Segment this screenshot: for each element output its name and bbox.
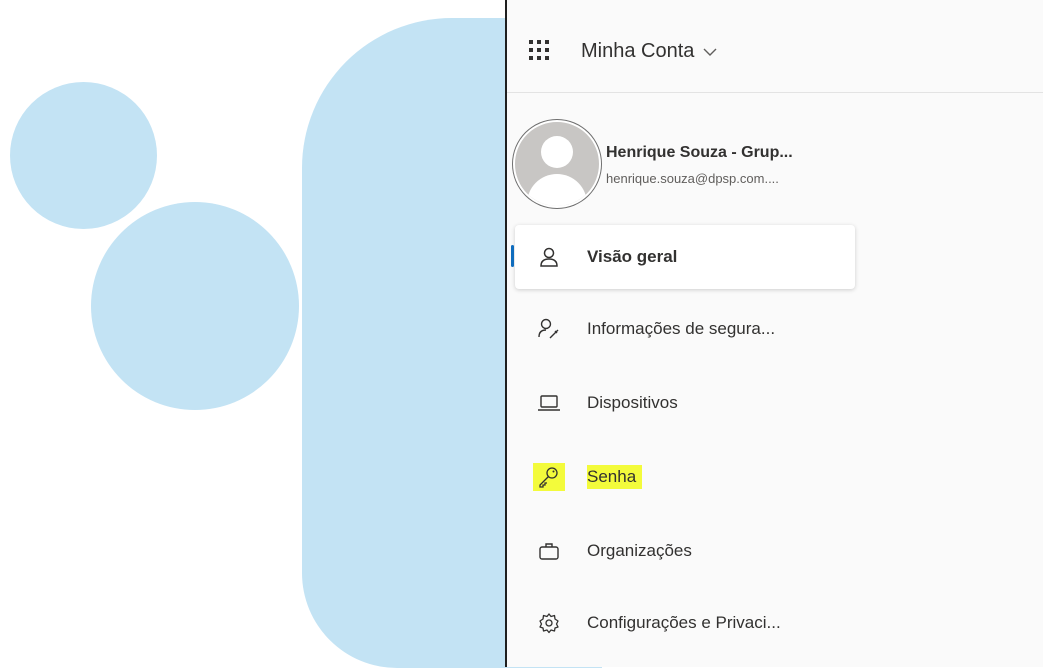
panel-header: Minha Conta xyxy=(507,0,1043,93)
app-title: Minha Conta xyxy=(581,40,695,62)
sidebar-item-overview[interactable]: Visão geral xyxy=(511,225,855,289)
sidebar-item-devices[interactable]: Dispositivos xyxy=(515,371,855,435)
sidebar-item-settings-privacy[interactable]: Configurações e Privaci... xyxy=(515,591,855,655)
profile-card: Henrique Souza - Grup... henrique.souza@… xyxy=(513,120,1033,208)
avatar xyxy=(513,120,601,208)
chevron-down-icon xyxy=(703,48,717,56)
decorative-circle-small xyxy=(10,82,157,229)
sidebar-item-organizations[interactable]: Organizações xyxy=(515,519,855,583)
gear-icon xyxy=(537,611,561,635)
profile-email: henrique.souza@dpsp.com.... xyxy=(606,171,779,186)
person-icon xyxy=(537,245,561,269)
sidebar-item-label: Organizações xyxy=(587,541,692,560)
briefcase-icon xyxy=(537,539,561,563)
key-icon xyxy=(533,463,565,491)
active-indicator xyxy=(511,245,514,267)
person-key-icon xyxy=(537,317,561,341)
laptop-icon xyxy=(537,391,561,415)
decorative-circle-large xyxy=(91,202,299,410)
sidebar-item-label: Visão geral xyxy=(587,247,678,266)
account-panel: Minha Conta Henrique Souza - Grup... hen… xyxy=(505,0,1043,667)
profile-name: Henrique Souza - Grup... xyxy=(606,144,793,161)
sidebar-item-label: Dispositivos xyxy=(587,393,678,412)
app-title-dropdown[interactable]: Minha Conta xyxy=(581,40,718,63)
sidebar-item-label: Configurações e Privaci... xyxy=(587,613,781,632)
sidebar-item-label: Informações de segura... xyxy=(587,319,776,338)
sidebar-item-label: Senha xyxy=(587,465,643,489)
sidebar-item-password[interactable]: Senha xyxy=(515,445,855,509)
app-launcher-icon[interactable] xyxy=(527,38,551,62)
sidebar-item-security-info[interactable]: Informações de segura... xyxy=(515,297,855,361)
